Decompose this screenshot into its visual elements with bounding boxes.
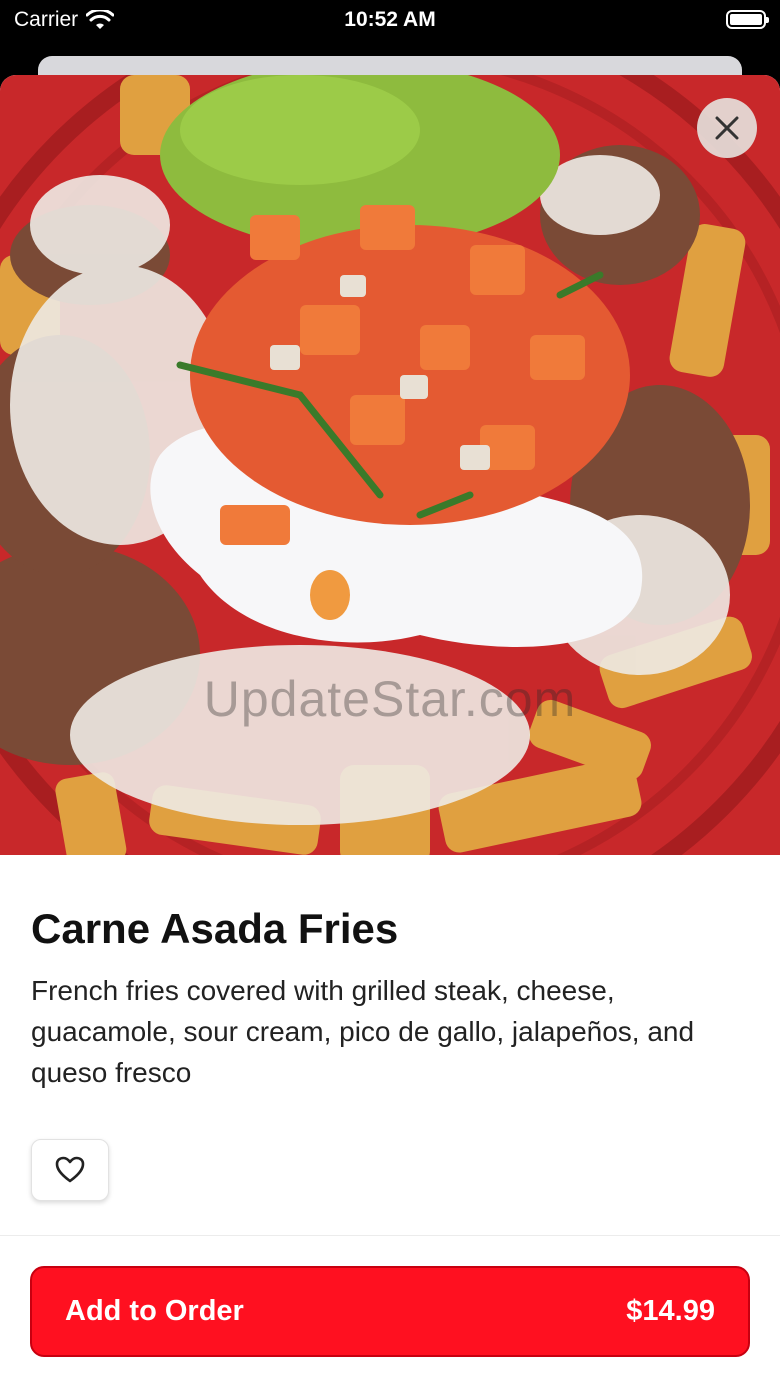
food-image xyxy=(0,75,780,855)
item-description: French fries covered with grilled steak,… xyxy=(31,975,695,1088)
divider xyxy=(0,1235,780,1236)
heart-icon xyxy=(55,1156,85,1183)
image-watermark: UpdateStar.com xyxy=(203,671,577,727)
add-to-order-label: Add to Order xyxy=(65,1295,244,1327)
item-photo: UpdateStar.com xyxy=(0,75,780,855)
add-to-order-button[interactable]: Add to Order $14.99 xyxy=(30,1266,750,1357)
battery-icon xyxy=(726,10,769,29)
item-price: $14.99 xyxy=(626,1295,715,1327)
favorite-button[interactable] xyxy=(31,1139,109,1201)
status-bar: Carrier 10:52 AM xyxy=(0,0,780,40)
item-title: Carne Asada Fries xyxy=(31,905,399,952)
close-icon xyxy=(715,116,739,140)
close-button[interactable] xyxy=(697,98,757,158)
item-detail-sheet: UpdateStar.com Carne Asada Fries French … xyxy=(0,75,780,1387)
status-time: 10:52 AM xyxy=(344,8,436,31)
